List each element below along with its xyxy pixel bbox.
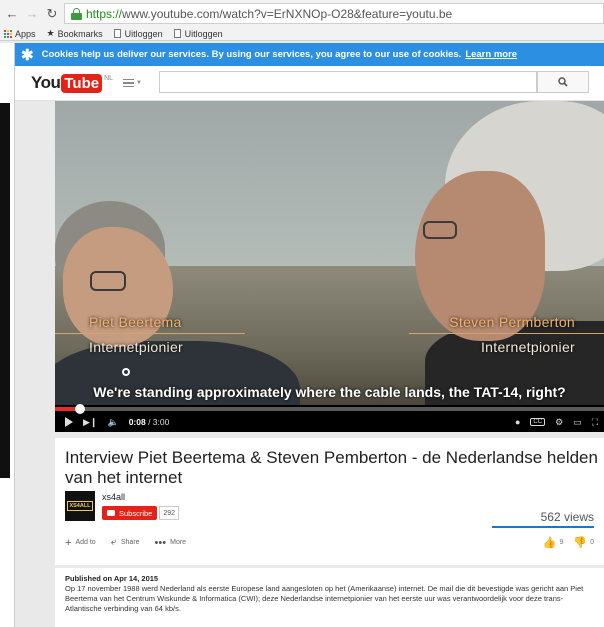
thumbs-up-icon[interactable]: 👍	[543, 536, 557, 549]
watch-later-icon[interactable]: ●	[515, 417, 520, 427]
speaker-name-right: Steven Permberton	[449, 314, 575, 330]
action-bar: + Add to ⤶ Share ••• More	[65, 536, 201, 549]
subscriber-count: 292	[159, 506, 180, 520]
share-button[interactable]: ⤶ Share	[111, 536, 140, 549]
bookmark-uitloggen-1[interactable]: Uitloggen	[113, 28, 163, 39]
logo-region: NL	[104, 75, 114, 82]
page-icon	[113, 29, 121, 38]
youtube-header: You Tube NL ▼	[15, 66, 604, 101]
search-icon	[558, 77, 568, 87]
forward-arrow-icon[interactable]: →	[24, 6, 40, 22]
time-current: 0:08	[128, 417, 146, 427]
like-ratio-bar	[492, 526, 594, 528]
youtube-logo[interactable]: You Tube NL	[31, 73, 113, 93]
more-label: More	[170, 539, 187, 546]
background-window-edge	[0, 43, 15, 627]
fullscreen-icon[interactable]: ⛶	[592, 417, 598, 428]
play-button[interactable]	[65, 417, 73, 427]
subtitle-caption: We're standing approximately where the c…	[93, 384, 566, 400]
speaker-role-right: Internetpionier	[480, 339, 575, 355]
logo-tube: Tube	[61, 73, 103, 93]
bookmark-label: Apps	[15, 28, 36, 39]
cookie-notice: ✱ Cookies help us deliver our services. …	[15, 43, 604, 66]
menu-icon[interactable]	[123, 78, 135, 88]
thumbs-down-icon[interactable]: 👎	[573, 536, 587, 549]
logo-you: You	[31, 73, 61, 92]
caret-down-icon[interactable]: ▼	[136, 80, 142, 86]
like-count: 9	[559, 539, 564, 546]
annotation-dot	[122, 368, 130, 376]
page-icon	[173, 29, 181, 38]
more-button[interactable]: ••• More	[155, 537, 187, 549]
lower-third-right: Steven Permberton Internetpionier	[449, 314, 575, 355]
like-dislike-group: 👍 9 👎 0	[543, 536, 594, 549]
bookmark-apps[interactable]: Apps	[4, 29, 36, 39]
person-right	[385, 101, 604, 405]
subscribe-label: Subscribe	[119, 508, 153, 518]
apps-grid-icon	[4, 29, 12, 38]
reload-icon[interactable]: ↻	[44, 6, 60, 22]
captions-icon[interactable]: CC	[530, 418, 546, 426]
time-total: / 3:00	[148, 417, 170, 427]
play-icon	[65, 417, 73, 427]
asterisk-icon: ✱	[21, 46, 34, 64]
player-controls: ▶❙ 🔈 0:08 / 3:00 ● CC ⚙ ▭ ⛶	[55, 412, 604, 432]
video-info: Interview Piet Beertema & Steven Pembert…	[55, 438, 604, 565]
subscribe-button[interactable]: Subscribe	[102, 506, 158, 520]
address-bar[interactable]: https://www.youtube.com/watch?v=ErNXNOp-…	[64, 3, 604, 24]
lock-icon	[71, 7, 82, 20]
video-frame[interactable]: Piet Beertema Internetpionier Steven Per…	[55, 101, 604, 405]
plus-icon: +	[65, 536, 72, 549]
speaker-name-left: Piet Beertema	[89, 314, 182, 330]
channel-name-link[interactable]: xs4all	[102, 492, 125, 502]
bookmark-label: Uitloggen	[184, 28, 223, 39]
more-dots-icon: •••	[154, 536, 167, 549]
cookie-text: Cookies help us deliver our services. By…	[41, 49, 462, 60]
add-to-button[interactable]: + Add to	[65, 537, 96, 549]
bookmarks-bar: Apps ★ Bookmarks Uitloggen Uitloggen	[0, 27, 604, 41]
next-icon[interactable]: ▶❙	[83, 417, 97, 428]
view-count: 562 views	[540, 510, 594, 524]
time-display: 0:08 / 3:00	[129, 417, 170, 427]
star-icon: ★	[46, 28, 55, 38]
person-left	[55, 201, 300, 405]
share-label: Share	[120, 539, 140, 546]
back-arrow-icon[interactable]: ←	[4, 6, 20, 22]
bookmark-bookmarks[interactable]: ★ Bookmarks	[47, 28, 103, 39]
learn-more-link[interactable]: Learn more	[465, 49, 517, 60]
share-icon: ⤶	[110, 536, 117, 548]
speaker-role-left: Internetpionier	[89, 339, 184, 355]
search-button[interactable]	[537, 71, 589, 93]
url-text: www.youtube.com/watch?v=ErNXNOp-O28&feat…	[122, 6, 453, 21]
bookmark-uitloggen-2[interactable]: Uitloggen	[173, 28, 223, 39]
progress-bar[interactable]	[55, 404, 604, 414]
settings-gear-icon[interactable]: ⚙	[555, 417, 563, 428]
volume-icon[interactable]: 🔈	[107, 417, 118, 428]
theater-mode-icon[interactable]: ▭	[573, 417, 582, 428]
video-title: Interview Piet Beertema & Steven Pembert…	[65, 448, 598, 487]
lower-third-left: Piet Beertema Internetpionier	[89, 314, 183, 355]
channel-logo-text: XS4ALL	[67, 501, 93, 511]
subscribe-group: Subscribe 292	[102, 506, 180, 520]
dislike-count: 0	[590, 539, 594, 546]
youtube-play-icon	[107, 510, 115, 516]
browser-toolbar: ← → ↻ https://www.youtube.com/watch?v=Er…	[0, 0, 604, 27]
publish-date: Published on Apr 14, 2015	[65, 574, 159, 583]
channel-avatar[interactable]: XS4ALL	[65, 491, 95, 521]
bookmark-label: Bookmarks	[57, 28, 103, 39]
add-to-label: Add to	[75, 539, 96, 546]
bookmark-label: Uitloggen	[124, 28, 163, 39]
video-player[interactable]: Piet Beertema Internetpionier Steven Per…	[55, 101, 604, 432]
video-description: Published on Apr 14, 2015 Op 17 november…	[55, 568, 604, 627]
url-scheme: https://	[86, 6, 123, 21]
description-text: Op 17 november 1988 werd Nederland als e…	[65, 584, 584, 613]
search-input[interactable]	[159, 71, 537, 93]
